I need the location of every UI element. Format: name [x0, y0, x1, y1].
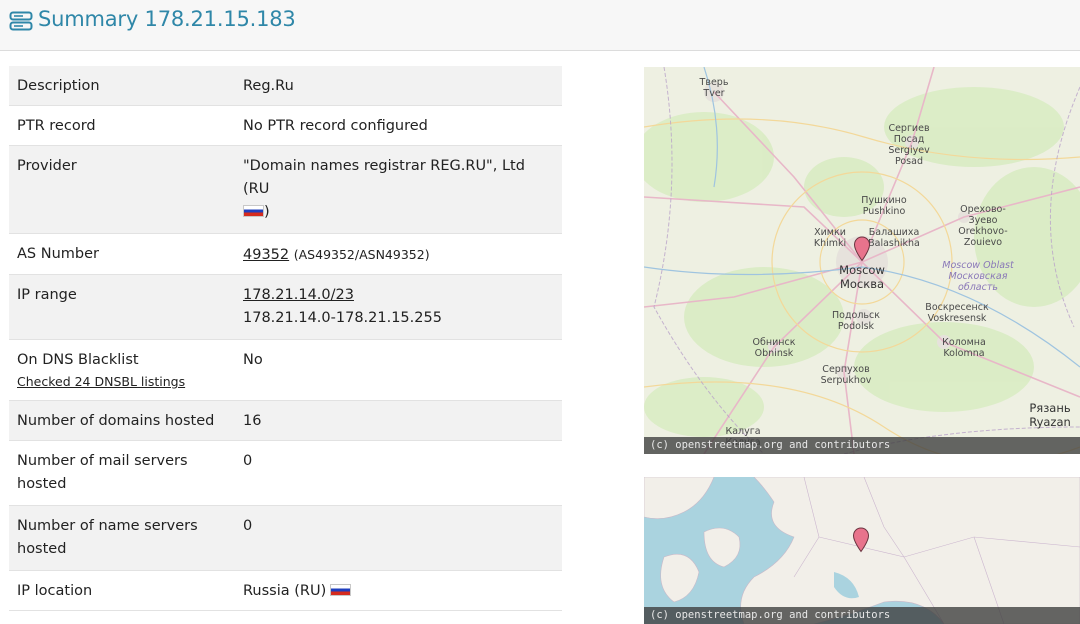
mail-servers-value: 0: [243, 453, 253, 469]
table-row: AS Number 49352 (AS49352/ASN49352): [9, 234, 562, 275]
place-label: Moscow Oblast Московская область: [942, 260, 1014, 293]
as-number-value: 49352 (AS49352/ASN49352): [235, 234, 562, 275]
place-serpukhov: Серпухов Serpukhov: [821, 364, 872, 386]
place-label: Химки Khimki: [813, 227, 847, 249]
place-pushkino: Пушкино Pushkino: [861, 195, 906, 217]
row-label: Number of domains hosted: [17, 413, 215, 429]
ip-range-value: 178.21.14.0/23 178.21.14.0-178.21.15.255: [235, 275, 562, 340]
ip-location-text: Russia (RU): [243, 583, 327, 599]
dns-blacklist-value: No: [243, 352, 263, 368]
table-row: PTR record No PTR record configured: [9, 106, 562, 146]
table-row: Number of domains hosted 16: [9, 400, 562, 441]
place-balashikha: Балашиха Balashikha: [868, 227, 920, 249]
place-tver: Тверь Tver: [700, 77, 729, 99]
place-label: Рязань Ryazan: [1029, 401, 1071, 429]
name-servers-value: 0: [243, 518, 253, 534]
row-label: Number of mail servers hosted: [17, 453, 188, 492]
ip-range-link[interactable]: 178.21.14.0/23: [243, 287, 354, 303]
page-title: Summary 178.21.15.183: [38, 7, 296, 31]
provider-name: "Domain names registrar REG.RU", Ltd (RU: [243, 158, 525, 197]
place-label: Орехово- Зуево Orekhovo- Zouievo: [958, 204, 1008, 248]
table-row: Number of name servers hosted 0: [9, 505, 562, 571]
ptr-value: No PTR record configured: [243, 118, 428, 134]
russia-flag-icon: [330, 584, 352, 596]
place-khimki: Химки Khimki: [814, 227, 846, 249]
row-label: Provider: [17, 158, 77, 174]
location-marker-icon[interactable]: [853, 236, 871, 262]
place-label: Подольск Podolsk: [832, 310, 880, 332]
as-number-extra: (AS49352/ASN49352): [293, 247, 430, 262]
table-row: Provider "Domain names registrar REG.RU"…: [9, 145, 562, 234]
table-row: Description Reg.Ru: [9, 66, 562, 106]
place-podolsk: Подольск Podolsk: [832, 310, 880, 332]
map-attribution: (c) openstreetmap.org and contributors: [644, 437, 1080, 454]
provider-close: ): [264, 204, 270, 220]
row-label: IP location: [17, 583, 93, 599]
place-label: Тверь Tver: [699, 77, 729, 99]
summary-table: Description Reg.Ru PTR record No PTR rec…: [9, 66, 562, 611]
ip-range-span: 178.21.14.0-178.21.15.255: [243, 310, 442, 326]
place-label: Коломна Kolomna: [942, 337, 986, 359]
row-label: IP range: [17, 287, 77, 303]
place-label: Серпухов Serpukhov: [820, 364, 872, 386]
description-value: Reg.Ru: [243, 78, 294, 94]
table-row: On DNS Blacklist Checked 24 DNSBL listin…: [9, 340, 562, 401]
dnsbl-listings-link[interactable]: Checked 24 DNSBL listings: [17, 373, 227, 391]
place-moscow-oblast: Moscow Oblast Московская область: [942, 260, 1013, 293]
place-ryazan: Рязань Ryazan: [1029, 401, 1071, 429]
server-icon: [9, 11, 33, 31]
place-label: Пушкино Pushkino: [861, 195, 907, 217]
location-marker-icon[interactable]: [852, 527, 870, 553]
page-header: Summary 178.21.15.183: [0, 0, 1080, 51]
table-row: Number of mail servers hosted 0: [9, 441, 562, 506]
as-number-link[interactable]: 49352: [243, 247, 289, 263]
provider-value: "Domain names registrar REG.RU", Ltd (RU…: [235, 146, 562, 234]
place-moscow: Moscow Москва: [839, 263, 885, 291]
place-orekhovo: Орехово- Зуево Orekhovo- Zouievo: [958, 204, 1007, 248]
table-row: IP location Russia (RU): [9, 571, 562, 611]
place-label: Балашиха Balashikha: [868, 227, 920, 249]
ip-location-value: Russia (RU): [235, 571, 562, 611]
place-kolomna: Коломна Kolomna: [942, 337, 986, 359]
row-label: On DNS Blacklist Checked 24 DNSBL listin…: [9, 340, 235, 401]
row-label: Description: [17, 78, 100, 94]
russia-flag-icon: [243, 205, 264, 217]
place-label: Сергиев Посад Sergiyev Posad: [888, 123, 930, 167]
world-map[interactable]: (c) openstreetmap.org and contributors: [644, 477, 1080, 624]
place-label: Moscow Москва: [839, 263, 885, 291]
row-label: PTR record: [17, 118, 96, 134]
domains-hosted-value: 16: [243, 413, 262, 429]
dns-blacklist-label: On DNS Blacklist: [17, 352, 139, 368]
place-label: Обнинск Obninsk: [752, 337, 796, 359]
place-voskresensk: Воскресенск Voskresensk: [925, 302, 988, 324]
row-label: AS Number: [17, 246, 99, 262]
row-label: Number of name servers hosted: [17, 518, 198, 557]
place-sergiev: Сергиев Посад Sergiyev Posad: [888, 123, 929, 167]
place-label: Воскресенск Voskresensk: [925, 302, 989, 324]
city-map[interactable]: Тверь Tver Сергиев Посад Sergiyev Posad …: [644, 67, 1080, 454]
table-row: IP range 178.21.14.0/23 178.21.14.0-178.…: [9, 274, 562, 340]
map-attribution: (c) openstreetmap.org and contributors: [644, 607, 1080, 624]
place-obninsk: Обнинск Obninsk: [753, 337, 796, 359]
